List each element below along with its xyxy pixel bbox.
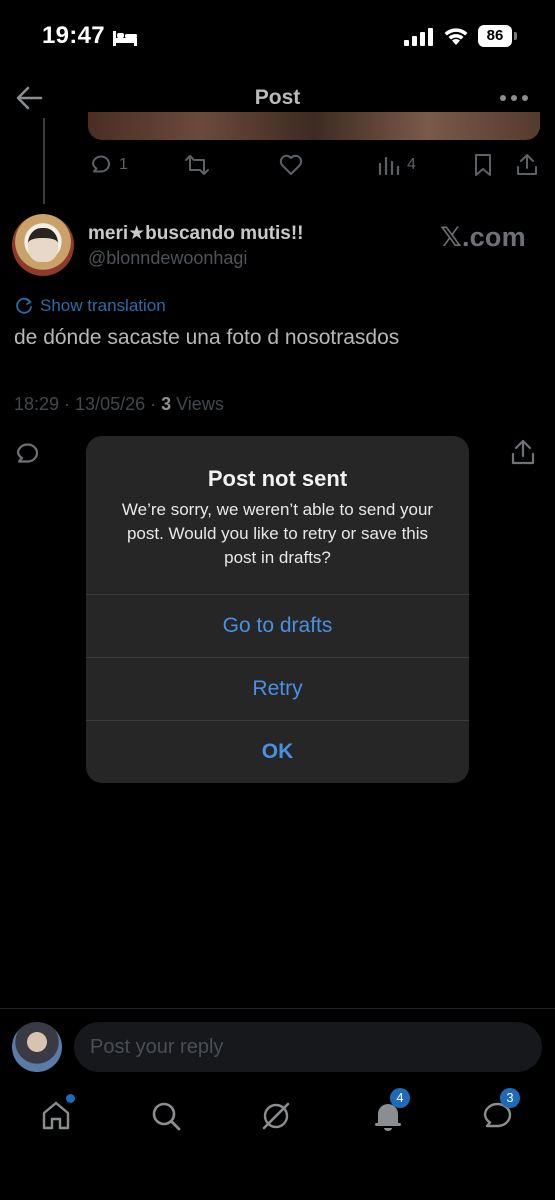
- dialog-title: Post not sent: [207, 466, 348, 491]
- battery-level: 86: [478, 25, 512, 47]
- dialog-message: We’re sorry, we weren’t able to send you…: [121, 500, 434, 567]
- xcom-watermark: 𝕏.com: [440, 222, 526, 252]
- share-icon: [517, 154, 537, 175]
- bookmark-action[interactable]: [470, 150, 496, 180]
- thread-connector-line: [43, 118, 45, 204]
- analytics-icon: [378, 156, 400, 176]
- wifi-icon: [444, 28, 468, 45]
- home-unread-dot: [66, 1094, 75, 1103]
- views-count-bold: 3: [161, 394, 172, 414]
- share-action[interactable]: [514, 150, 540, 180]
- author-handle[interactable]: @blonndewoonhagi: [88, 248, 247, 269]
- grok-icon: [262, 1102, 290, 1130]
- status-time: 19:47: [42, 22, 105, 49]
- post-not-sent-dialog: Post not sent We’re sorry, we weren’t ab…: [86, 436, 469, 783]
- battery-tip: [514, 32, 517, 40]
- translate-icon: [16, 297, 32, 314]
- bed-icon: [113, 31, 137, 46]
- repost-icon: [185, 155, 209, 175]
- views-action[interactable]: 4: [376, 150, 416, 180]
- current-user-avatar[interactable]: [12, 1022, 62, 1072]
- ellipsis-icon[interactable]: [498, 90, 530, 106]
- reply-bar-divider: [0, 1008, 555, 1009]
- heart-icon: [279, 154, 303, 175]
- page-title: Post: [254, 86, 301, 109]
- post-timestamp: 18:29 · 13/05/26 ·: [14, 394, 162, 414]
- ok-button[interactable]: OK: [86, 720, 469, 782]
- views-count: 4: [407, 156, 416, 173]
- cellular-signal-icon: [404, 28, 433, 46]
- retry-button[interactable]: Retry: [86, 657, 469, 719]
- reply-action[interactable]: 1: [88, 150, 128, 180]
- go-to-drafts-button[interactable]: Go to drafts: [86, 594, 469, 656]
- search-icon: [152, 1102, 181, 1131]
- reply-count: 1: [119, 156, 128, 173]
- parent-post-image[interactable]: [88, 112, 540, 140]
- repost-action[interactable]: [184, 150, 210, 180]
- bookmark-icon: [475, 154, 491, 176]
- status-bar: 19:47 86: [0, 0, 555, 70]
- show-translation-link[interactable]: Show translation: [14, 296, 166, 316]
- tab-home[interactable]: [36, 1094, 76, 1136]
- tab-search[interactable]: [146, 1096, 186, 1136]
- tab-grok[interactable]: [256, 1096, 296, 1136]
- battery-indicator: 86: [478, 25, 518, 47]
- views-label: Views: [171, 394, 224, 414]
- reply-icon: [92, 155, 110, 173]
- show-translation-label: Show translation: [40, 296, 166, 315]
- author-avatar[interactable]: [12, 214, 74, 276]
- home-icon: [42, 1101, 70, 1130]
- reply-icon[interactable]: [14, 440, 42, 468]
- post-body-text: de dónde sacaste una foto d nosotrasdos: [14, 326, 400, 349]
- reply-input[interactable]: [74, 1022, 542, 1072]
- like-action[interactable]: [278, 150, 304, 180]
- avatar-portrait: [28, 228, 58, 262]
- tab-notifications[interactable]: 4: [368, 1088, 410, 1136]
- tab-messages[interactable]: 3: [478, 1088, 520, 1136]
- post-meta: 18:29 · 13/05/26 · 3 Views: [14, 394, 224, 415]
- author-display-name[interactable]: meri★buscando mutis!!: [88, 222, 304, 245]
- messages-badge: 3: [500, 1088, 520, 1108]
- notifications-badge: 4: [390, 1088, 410, 1108]
- share-icon[interactable]: [510, 438, 536, 466]
